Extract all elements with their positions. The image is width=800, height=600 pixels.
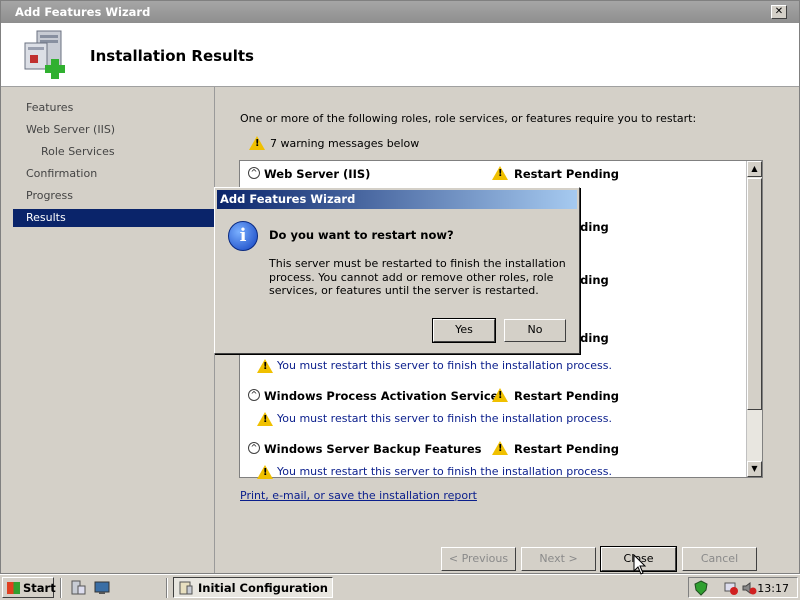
close-icon[interactable]: ✕ <box>771 5 787 19</box>
taskbar-divider <box>166 578 168 598</box>
yes-button[interactable]: Yes <box>432 318 496 343</box>
scroll-up-icon[interactable]: ▲ <box>747 161 762 177</box>
mouse-cursor-icon <box>633 554 647 575</box>
taskbar: Start Initial Configuration T... 13:17 <box>0 574 800 600</box>
group-status: Restart Pending <box>514 389 619 403</box>
dialog-question: Do you want to restart now? <box>269 228 454 242</box>
collapse-icon[interactable]: ^ <box>248 442 260 454</box>
wizard-steps-sidebar: Features Web Server (IIS) Role Services … <box>13 87 215 573</box>
network-disconnected-icon[interactable] <box>723 580 739 596</box>
collapse-icon[interactable]: ^ <box>248 167 260 179</box>
group-name: Web Server (IIS) <box>264 167 371 181</box>
scrollbar-thumb[interactable] <box>747 178 762 410</box>
show-desktop-icon[interactable] <box>94 580 110 595</box>
start-button[interactable]: Start <box>2 577 56 598</box>
warning-icon <box>257 465 273 479</box>
step-features[interactable]: Features <box>13 99 215 117</box>
group-status: Restart Pending <box>514 167 619 181</box>
wizard-buttons: < Previous Next > Close Cancel <box>216 546 799 572</box>
step-progress[interactable]: Progress <box>13 187 215 205</box>
collapse-icon[interactable]: ^ <box>248 389 260 401</box>
step-confirmation[interactable]: Confirmation <box>13 165 215 183</box>
warning-icon <box>492 388 508 402</box>
warning-icon <box>492 441 508 455</box>
warning-icon <box>257 359 273 373</box>
step-results[interactable]: Results <box>13 209 215 227</box>
config-tasks-icon <box>179 581 193 595</box>
clock: 13:17 <box>757 582 789 595</box>
warning-icon <box>492 166 508 180</box>
vertical-scrollbar[interactable]: ▲ ▼ <box>746 161 762 477</box>
task-label: Initial Configuration T... <box>198 581 332 595</box>
server-features-icon <box>24 30 65 79</box>
report-link[interactable]: Print, e-mail, or save the installation … <box>240 489 477 502</box>
taskbar-divider <box>60 578 62 598</box>
restart-dialog: Add Features Wizard i Do you want to res… <box>214 187 580 354</box>
security-shield-icon[interactable] <box>693 580 709 596</box>
group-message: You must restart this server to finish t… <box>277 465 612 478</box>
group-name: Windows Server Backup Features <box>264 442 482 456</box>
info-icon: i <box>228 221 258 251</box>
warning-icon <box>249 136 265 150</box>
previous-button[interactable]: < Previous <box>441 547 516 571</box>
volume-muted-icon[interactable] <box>741 580 757 596</box>
next-button[interactable]: Next > <box>521 547 596 571</box>
group-status: Restart Pending <box>514 442 619 456</box>
start-label: Start <box>23 581 56 595</box>
group-message: You must restart this server to finish t… <box>277 412 612 425</box>
taskbar-task-button[interactable]: Initial Configuration T... <box>173 577 333 598</box>
restart-message: One or more of the following roles, role… <box>240 112 697 125</box>
page-title: Installation Results <box>90 47 254 65</box>
wizard-header: Installation Results <box>1 23 799 87</box>
scroll-down-icon[interactable]: ▼ <box>747 461 762 477</box>
group-name: Windows Process Activation Service <box>264 389 499 403</box>
system-tray: 13:17 <box>688 577 798 598</box>
dialog-title: Add Features Wizard <box>217 190 577 209</box>
no-button[interactable]: No <box>504 319 566 342</box>
group-message: You must restart this server to finish t… <box>277 359 612 372</box>
server-manager-icon[interactable] <box>70 580 86 595</box>
warning-summary: 7 warning messages below <box>270 137 420 150</box>
cancel-button[interactable]: Cancel <box>682 547 757 571</box>
step-role-services[interactable]: Role Services <box>13 143 215 161</box>
window-title: Add Features Wizard <box>1 1 799 23</box>
step-web-server[interactable]: Web Server (IIS) <box>13 121 215 139</box>
windows-logo-icon <box>7 582 20 594</box>
dialog-body: This server must be restarted to finish … <box>269 257 566 297</box>
warning-icon <box>257 412 273 426</box>
